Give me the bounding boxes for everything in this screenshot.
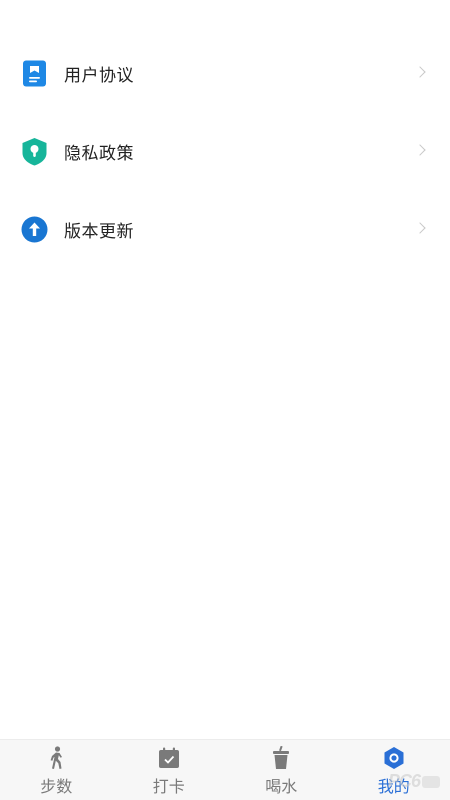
- document-icon: [21, 60, 48, 87]
- tab-label: 喝水: [265, 777, 298, 796]
- calendar-check-icon: [157, 746, 181, 770]
- chevron-right-icon: [414, 222, 426, 234]
- settings-menu: 用户协议 隐私政策 版本更新: [0, 34, 450, 268]
- cup-icon: [269, 746, 293, 770]
- tab-drink-water[interactable]: 喝水: [225, 740, 338, 800]
- hexagon-user-icon: [382, 746, 406, 770]
- walking-icon: [44, 746, 68, 770]
- bottom-tab-bar: 步数 打卡 喝水 我的: [0, 739, 450, 800]
- watermark-badge: [422, 775, 440, 788]
- tab-label: 步数: [40, 777, 73, 796]
- menu-item-version-update[interactable]: 版本更新: [0, 190, 450, 268]
- watermark-text: PC6: [387, 771, 421, 791]
- watermark-logo: PC6: [388, 771, 440, 792]
- shield-lock-icon: [21, 137, 48, 165]
- arrow-up-icon: [21, 216, 48, 243]
- menu-item-label: 隐私政策: [64, 143, 134, 164]
- tab-checkin[interactable]: 打卡: [113, 740, 226, 800]
- menu-item-label: 用户协议: [64, 65, 134, 86]
- menu-item-privacy-policy[interactable]: 隐私政策: [0, 112, 450, 190]
- tab-steps[interactable]: 步数: [0, 740, 113, 800]
- profile-screen: 用户协议 隐私政策 版本更新 步数 打卡 喝水 我的 PC6: [0, 0, 450, 800]
- menu-item-user-agreement[interactable]: 用户协议: [0, 34, 450, 112]
- chevron-right-icon: [414, 144, 426, 156]
- menu-item-label: 版本更新: [64, 221, 134, 242]
- tab-label: 打卡: [152, 777, 185, 796]
- chevron-right-icon: [414, 66, 426, 78]
